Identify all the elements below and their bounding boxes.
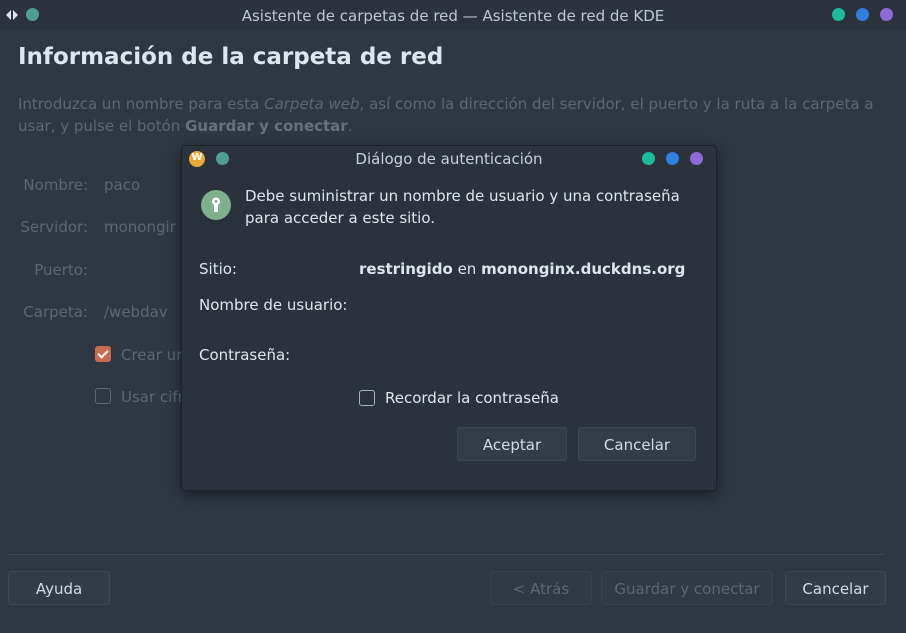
footer-separator bbox=[8, 554, 884, 555]
auth-dialog: W Diálogo de autenticación Debe suminist… bbox=[181, 145, 717, 491]
site-host: mononginx.duckdns.org bbox=[481, 260, 686, 278]
username-field[interactable] bbox=[359, 292, 695, 320]
encryption-checkbox[interactable] bbox=[95, 388, 111, 404]
dialog-maximize-button[interactable] bbox=[666, 152, 679, 165]
minimize-button[interactable] bbox=[832, 8, 845, 21]
auth-message: Debe suministrar un nombre de usuario y … bbox=[245, 187, 680, 227]
lock-icon bbox=[201, 190, 231, 220]
dialog-title: Diálogo de autenticación bbox=[355, 150, 543, 168]
server-field[interactable]: monongir bbox=[104, 218, 176, 236]
intro-text: Introduzca un nombre para esta Carpeta w… bbox=[18, 93, 888, 137]
username-label: Nombre de usuario: bbox=[199, 296, 348, 314]
site-value: restringido en mononginx.duckdns.org bbox=[359, 260, 685, 278]
intro-bold: Guardar y conectar bbox=[185, 117, 348, 135]
name-field[interactable]: paco bbox=[104, 176, 140, 194]
intro-part: . bbox=[347, 117, 353, 135]
save-connect-button[interactable]: Guardar y conectar bbox=[601, 571, 773, 605]
server-label: Servidor: bbox=[20, 218, 88, 236]
window-titlebar: Asistente de carpetas de red — Asistente… bbox=[0, 0, 906, 30]
back-button[interactable]: < Atrás bbox=[490, 571, 592, 605]
window-title: Asistente de carpetas de red — Asistente… bbox=[241, 7, 665, 25]
intro-emphasis: Carpeta web bbox=[264, 95, 360, 113]
page-title: Información de la carpeta de red bbox=[18, 44, 444, 70]
name-label: Nombre: bbox=[23, 176, 88, 194]
close-button[interactable] bbox=[880, 8, 893, 21]
password-field[interactable] bbox=[359, 342, 695, 370]
dialog-close-button[interactable] bbox=[690, 152, 703, 165]
remember-password-label: Recordar la contraseña bbox=[385, 389, 559, 407]
port-label: Puerto: bbox=[34, 261, 88, 279]
site-connector: en bbox=[452, 260, 482, 278]
password-label: Contraseña: bbox=[199, 346, 291, 364]
intro-part: Introduzca un nombre para esta bbox=[18, 95, 265, 113]
maximize-button[interactable] bbox=[856, 8, 869, 21]
folder-label: Carpeta: bbox=[23, 303, 88, 321]
site-label: Sitio: bbox=[199, 260, 237, 278]
encryption-label: Usar cifr bbox=[121, 388, 184, 406]
accept-button[interactable]: Aceptar bbox=[457, 427, 567, 461]
help-button[interactable]: Ayuda bbox=[8, 571, 110, 605]
create-shortcut-checkbox[interactable] bbox=[95, 346, 111, 362]
site-realm: restringido bbox=[359, 260, 453, 278]
cancel-button[interactable]: Cancelar bbox=[785, 571, 886, 605]
dialog-cancel-button[interactable]: Cancelar bbox=[578, 427, 696, 461]
create-shortcut-label: Crear ur bbox=[121, 346, 183, 364]
remember-password-checkbox[interactable] bbox=[359, 390, 375, 406]
folder-field[interactable]: /webdav bbox=[104, 303, 168, 321]
dialog-minimize-button[interactable] bbox=[642, 152, 655, 165]
